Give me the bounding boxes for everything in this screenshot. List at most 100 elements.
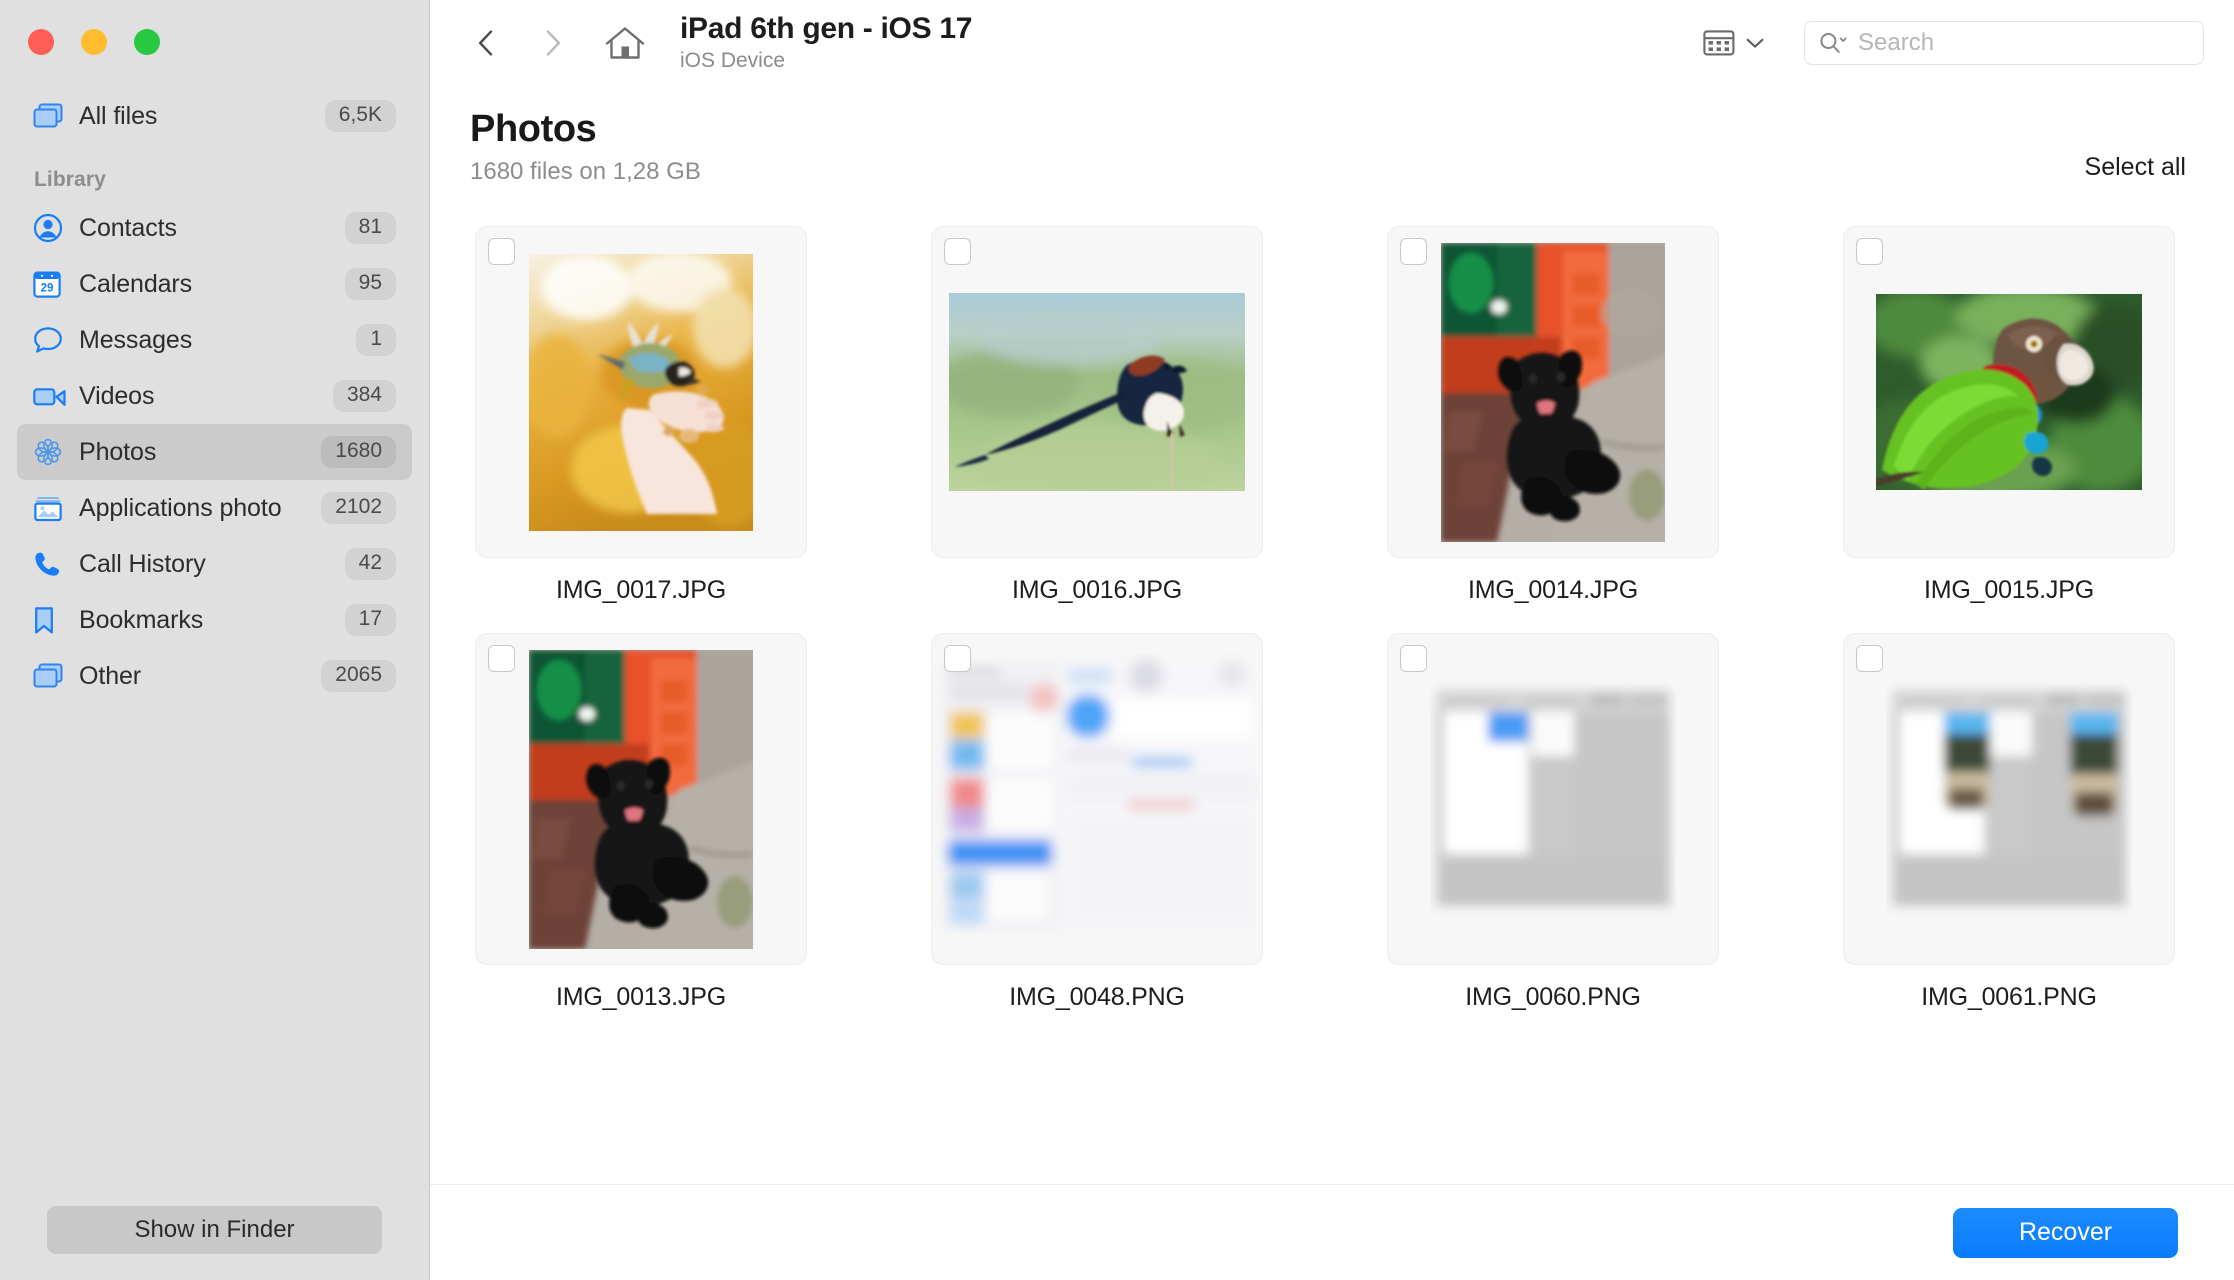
photo-tile[interactable] <box>475 226 807 558</box>
sidebar-item-label: Bookmarks <box>79 605 204 634</box>
sidebar-item-label: All files <box>79 101 158 130</box>
sidebar-item-bookmarks[interactable]: Bookmarks 17 <box>17 592 412 648</box>
sidebar-item-call-history[interactable]: Call History 42 <box>17 536 412 592</box>
settings-screenshot-artwork <box>932 654 1262 944</box>
sidebar-item-count: 384 <box>332 380 396 412</box>
grid-item[interactable]: IMG_0017.JPG <box>475 226 807 605</box>
chevron-down-icon <box>1746 38 1764 48</box>
sidebar-item-label: Photos <box>79 437 157 466</box>
recover-button[interactable]: Recover <box>1953 1207 2178 1258</box>
photo-checkbox[interactable] <box>944 238 971 265</box>
grid-item[interactable]: IMG_0016.JPG <box>931 226 1263 605</box>
calendar-icon: 29 <box>33 270 71 299</box>
sidebar-item-photos[interactable]: Photos 1680 <box>17 424 412 480</box>
sidebar-item-count: 2065 <box>321 660 396 692</box>
sidebar-item-count: 1 <box>356 324 396 356</box>
grid-item[interactable]: IMG_0015.JPG <box>1843 226 2175 605</box>
photo-tile[interactable] <box>931 633 1263 965</box>
photo-tile[interactable] <box>1843 633 2175 965</box>
sidebar-item-count: 2102 <box>321 492 396 524</box>
video-camera-icon <box>33 384 71 408</box>
main-content: iPad 6th gen - iOS 17 iOS Device Search … <box>430 0 2234 1280</box>
photo-thumbnail <box>1886 654 2132 944</box>
sidebar-item-label: Contacts <box>79 213 177 242</box>
photo-thumbnail <box>949 293 1245 491</box>
toolbar-right <box>1695 21 2204 65</box>
sidebar-item-count: 95 <box>344 268 396 300</box>
grid-item[interactable]: IMG_0048.PNG <box>931 633 1263 1012</box>
green-parrot-artwork <box>1876 294 2142 490</box>
device-subtitle: iOS Device <box>680 49 786 73</box>
sidebar-item-other[interactable]: Other 2065 <box>17 648 412 704</box>
toolbar: iPad 6th gen - iOS 17 iOS Device <box>430 0 2234 86</box>
home-icon <box>605 27 645 59</box>
photo-tile[interactable] <box>931 226 1263 558</box>
photo-caption: IMG_0061.PNG <box>1921 983 2097 1011</box>
photo-thumbnail <box>1430 654 1676 944</box>
page-title: Photos <box>470 108 597 150</box>
photo-caption: IMG_0013.JPG <box>556 983 726 1011</box>
photo-checkbox[interactable] <box>1856 645 1883 672</box>
photo-thumbnail <box>1441 242 1665 542</box>
photo-thumbnail <box>529 649 753 949</box>
sidebar-item-label: Calendars <box>79 269 193 298</box>
select-all-button[interactable]: Select all <box>2085 153 2194 186</box>
minimize-window-button[interactable] <box>81 29 107 55</box>
picture-frame-icon <box>33 495 71 522</box>
footer-bar: Recover <box>430 1184 2234 1280</box>
photo-thumbnail <box>529 253 753 531</box>
grid-item[interactable]: IMG_0013.JPG <box>475 633 807 1012</box>
black-puppy-artwork <box>1441 242 1665 542</box>
sidebar-item-all-files[interactable]: All files 6,5K <box>17 88 412 144</box>
back-button[interactable] <box>462 20 508 66</box>
forward-button[interactable] <box>530 20 576 66</box>
chevron-right-icon <box>546 30 560 56</box>
sidebar-item-calendars[interactable]: 29 Calendars 95 <box>17 256 412 312</box>
photo-caption: IMG_0015.JPG <box>1924 576 2094 604</box>
home-button[interactable] <box>602 20 648 66</box>
sidebar-item-contacts[interactable]: Contacts 81 <box>17 200 412 256</box>
close-window-button[interactable] <box>28 29 54 55</box>
show-in-finder-button[interactable]: Show in Finder <box>47 1206 382 1254</box>
photo-tile[interactable] <box>1387 226 1719 558</box>
sidebar-item-count: 42 <box>344 548 396 580</box>
app-screenshot-light-artwork <box>1430 654 1676 944</box>
view-mode-button[interactable] <box>1695 25 1772 61</box>
photo-caption: IMG_0017.JPG <box>556 576 726 604</box>
app-window: All files 6,5K Library Contacts 81 29 Ca… <box>0 0 2234 1280</box>
sidebar-item-label: Other <box>79 661 142 690</box>
chevron-left-icon <box>478 30 492 56</box>
grid-item[interactable]: IMG_0061.PNG <box>1843 633 2175 1012</box>
message-bubble-icon <box>33 326 71 354</box>
photo-checkbox[interactable] <box>1856 238 1883 265</box>
photo-thumbnail <box>932 654 1262 944</box>
search-input[interactable] <box>1858 29 2190 57</box>
swallow-on-perch-artwork <box>949 293 1245 491</box>
grid-item[interactable]: IMG_0060.PNG <box>1387 633 1719 1012</box>
sidebar-item-applications-photo[interactable]: Applications photo 2102 <box>17 480 412 536</box>
photo-checkbox[interactable] <box>488 645 515 672</box>
photo-checkbox[interactable] <box>1400 645 1427 672</box>
bookmark-icon <box>33 606 71 635</box>
photo-checkbox[interactable] <box>944 645 971 672</box>
photo-tile[interactable] <box>1387 633 1719 965</box>
window-title-block: iPad 6th gen - iOS 17 iOS Device <box>680 12 972 75</box>
photo-tile[interactable] <box>475 633 807 965</box>
search-field[interactable] <box>1804 21 2204 65</box>
stacked-windows-icon <box>33 103 71 129</box>
photo-checkbox[interactable] <box>1400 238 1427 265</box>
photo-tile[interactable] <box>1843 226 2175 558</box>
svg-text:29: 29 <box>41 282 54 294</box>
black-puppy-artwork <box>529 649 753 949</box>
photo-checkbox[interactable] <box>488 238 515 265</box>
page-header: Photos 1680 files on 1,28 GB Select all <box>430 86 2234 186</box>
search-icon <box>1820 33 1847 53</box>
grid-item[interactable]: IMG_0014.JPG <box>1387 226 1719 605</box>
zoom-window-button[interactable] <box>134 29 160 55</box>
sidebar-item-messages[interactable]: Messages 1 <box>17 312 412 368</box>
grid-view-icon <box>1703 30 1735 56</box>
bird-on-hand-artwork <box>529 253 753 531</box>
traffic-lights <box>0 0 429 72</box>
sidebar-item-videos[interactable]: Videos 384 <box>17 368 412 424</box>
photo-caption: IMG_0048.PNG <box>1009 983 1185 1011</box>
